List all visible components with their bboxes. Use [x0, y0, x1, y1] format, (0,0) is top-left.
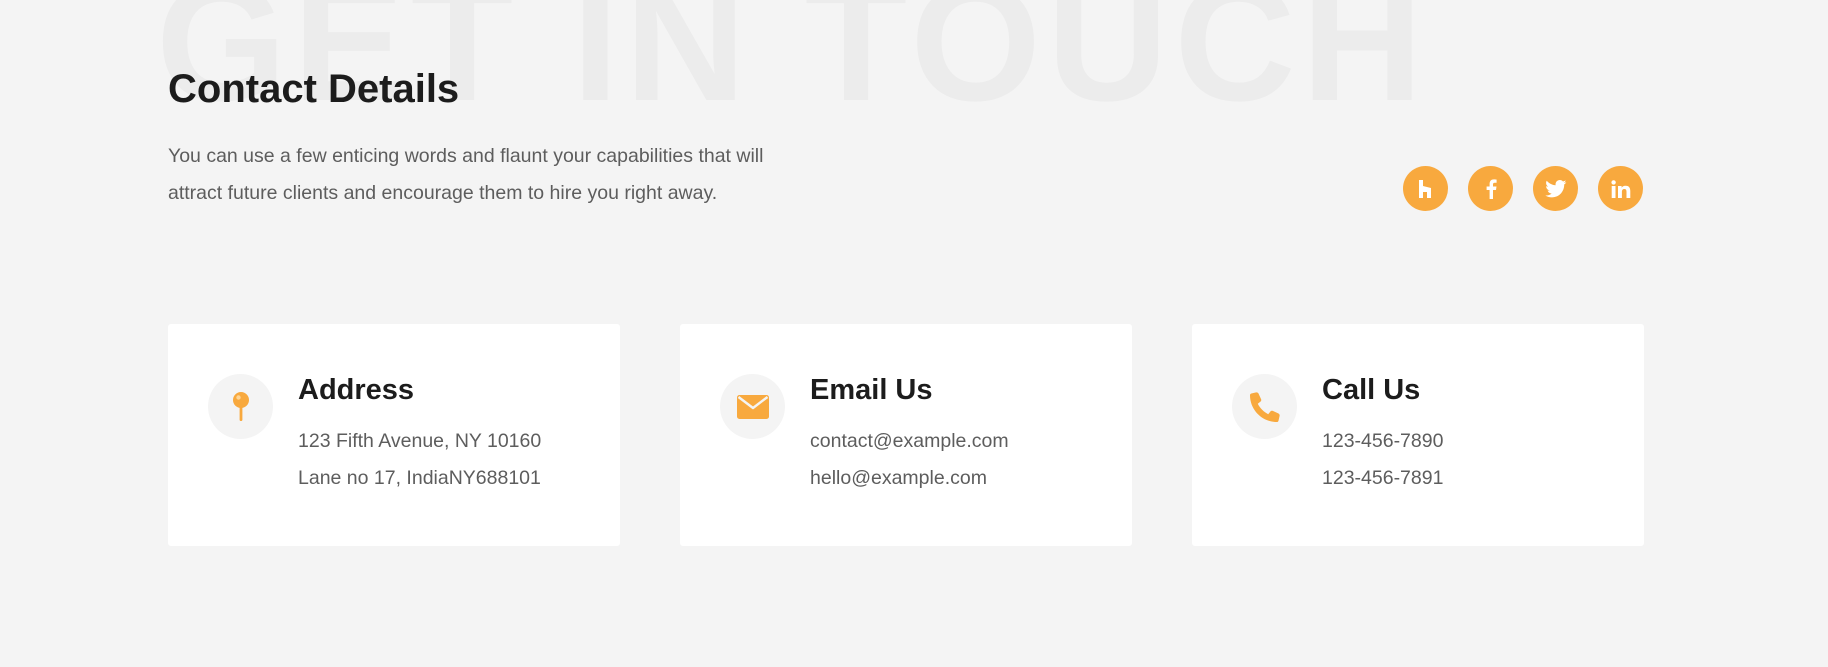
phone-icon-circle: [1232, 374, 1297, 439]
email-title: Email Us: [810, 374, 933, 406]
twitter-icon: [1544, 179, 1566, 197]
section-title: Contact Details: [168, 67, 460, 111]
facebook-link[interactable]: [1468, 166, 1513, 211]
address-icon-circle: [208, 374, 273, 439]
intro-line-2: attract future clients and encourage the…: [168, 182, 718, 204]
facebook-icon: [1486, 178, 1497, 199]
intro-line-1: You can use a few enticing words and fla…: [168, 145, 764, 167]
email-card: Email Us contact@example.com hello@examp…: [680, 324, 1132, 546]
houzz-icon: [1418, 179, 1431, 198]
contact-section: GET IN TOUCH Contact Details You can use…: [0, 0, 1828, 667]
twitter-link[interactable]: [1533, 166, 1578, 211]
phone-card: Call Us 123-456-7890 123-456-7891: [1192, 324, 1644, 546]
envelope-icon: [736, 394, 769, 419]
email-link-1[interactable]: contact@example.com: [810, 427, 1009, 455]
email-link-2[interactable]: hello@example.com: [810, 464, 987, 492]
email-icon-circle: [720, 374, 785, 439]
address-line-2: Lane no 17, IndiaNY688101: [298, 467, 541, 489]
social-links: [1403, 166, 1643, 211]
phone-icon: [1249, 391, 1280, 422]
contact-cards: Address 123 Fifth Avenue, NY 10160 Lane …: [168, 324, 1644, 546]
address-title: Address: [298, 374, 415, 406]
address-line-1: 123 Fifth Avenue, NY 10160: [298, 430, 542, 452]
phone-link-1[interactable]: 123-456-7890: [1322, 427, 1443, 455]
linkedin-link[interactable]: [1598, 166, 1643, 211]
phone-title: Call Us: [1322, 374, 1421, 406]
map-pin-icon: [232, 391, 249, 421]
houzz-link[interactable]: [1403, 166, 1448, 211]
address-card: Address 123 Fifth Avenue, NY 10160 Lane …: [168, 324, 620, 546]
section-intro: You can use a few enticing words and fla…: [168, 138, 808, 212]
phone-link-2[interactable]: 123-456-7891: [1322, 464, 1443, 492]
linkedin-icon: [1610, 179, 1630, 198]
